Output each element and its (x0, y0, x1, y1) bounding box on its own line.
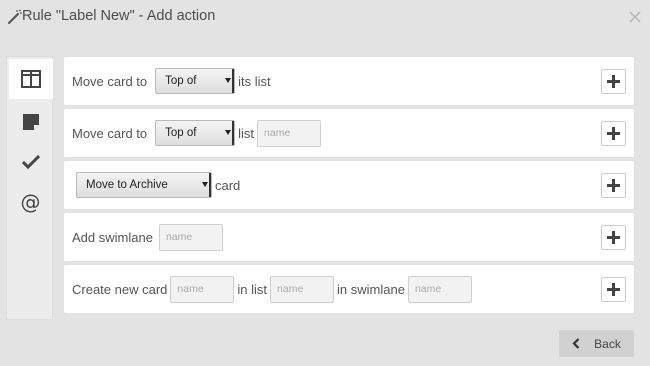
card-name-input[interactable] (170, 275, 235, 303)
add-action-button[interactable] (601, 69, 626, 94)
magic-wand-icon (7, 9, 22, 25)
list-name-input[interactable] (270, 275, 335, 303)
action-row-swimlane: Add swimlane (64, 213, 634, 261)
action-type-sidebar: @ (6, 56, 53, 320)
plus-icon (607, 75, 620, 88)
chevron-down-icon (202, 182, 208, 187)
archive-select[interactable]: Move to Archive (76, 172, 212, 198)
sticky-note-icon (22, 113, 39, 130)
columns-icon (21, 70, 41, 88)
sidebar-item-mail[interactable]: @ (11, 182, 50, 221)
list-name-input[interactable] (257, 119, 322, 147)
action-label: Create new card (72, 281, 168, 297)
action-label: Add swimlane (72, 229, 153, 245)
at-icon: @ (20, 189, 41, 214)
check-icon (21, 154, 40, 169)
sidebar-item-card[interactable] (11, 102, 50, 141)
add-action-button[interactable] (601, 277, 626, 302)
action-row-create-card: Create new card in list in swimlane (64, 265, 634, 313)
action-suffix: card (215, 177, 241, 193)
back-label: Back (594, 336, 621, 351)
in-swimlane-label: in swimlane (337, 281, 405, 297)
plus-icon (607, 231, 620, 244)
chevron-left-icon (572, 338, 580, 349)
list-label: list (238, 125, 255, 141)
select-value: Move to Archive (86, 179, 168, 191)
add-action-button[interactable] (601, 173, 626, 198)
select-value: Top of (165, 127, 197, 139)
close-icon[interactable] (628, 10, 642, 24)
in-list-label: in list (237, 281, 268, 297)
action-label: Move card to (72, 73, 148, 89)
chevron-down-icon (225, 130, 232, 135)
dialog-title: Rule "Label New" - Add action (22, 8, 216, 24)
plus-icon (607, 283, 620, 296)
position-select[interactable]: Top of (155, 120, 236, 146)
action-row-move-top: Move card to Top of its list (64, 57, 634, 105)
dialog-header: Rule "Label New" - Add action (0, 0, 650, 36)
action-label: Move card to (72, 125, 148, 141)
swimlane-name-input[interactable] (407, 275, 472, 303)
chevron-down-icon (225, 78, 232, 83)
add-action-button[interactable] (601, 121, 626, 146)
add-action-button[interactable] (601, 225, 626, 250)
select-value: Top of (165, 75, 197, 87)
action-row-move-list: Move card to Top of list (64, 109, 634, 157)
back-button[interactable]: Back (559, 330, 634, 357)
action-row-archive: Move to Archive card (64, 161, 634, 209)
swimlane-name-input[interactable] (158, 223, 223, 251)
position-select[interactable]: Top of (155, 68, 236, 94)
sidebar-item-checklist[interactable] (11, 142, 50, 181)
plus-icon (607, 179, 620, 192)
sidebar-item-board[interactable] (9, 59, 53, 99)
plus-icon (607, 127, 620, 140)
action-suffix: its list (238, 73, 271, 89)
